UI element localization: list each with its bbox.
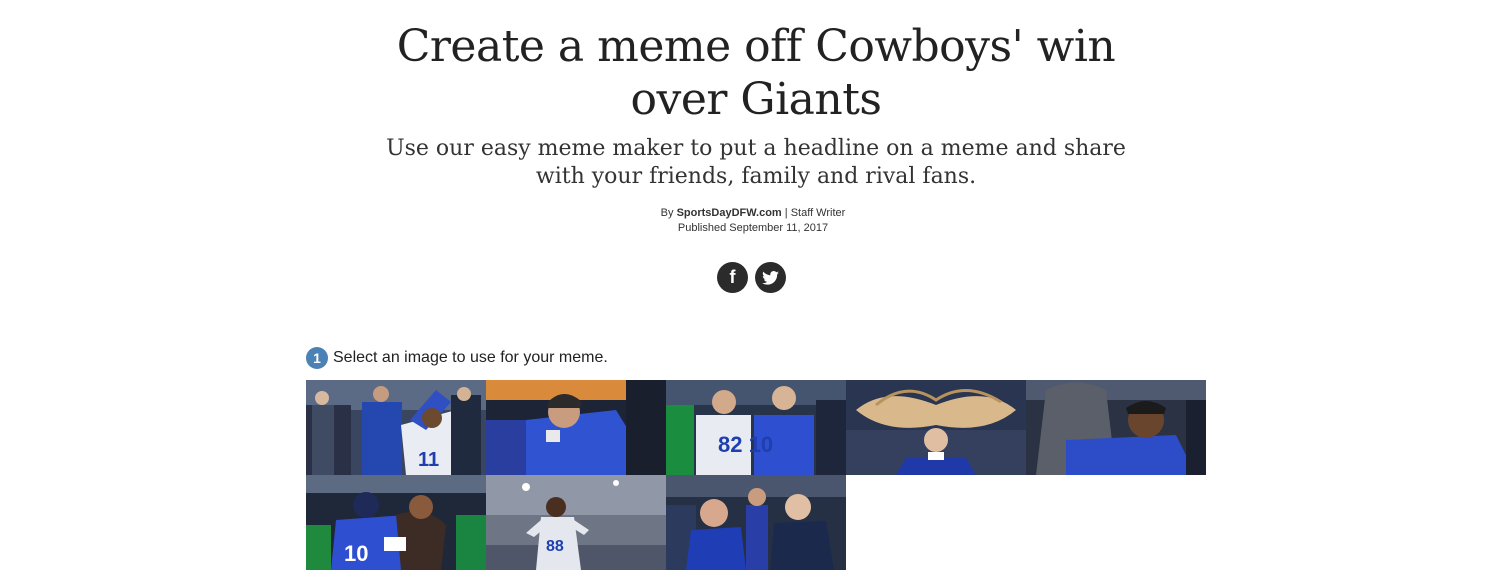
meme-image-option[interactable] <box>1026 380 1206 475</box>
meme-image-option[interactable]: 82 10 <box>666 380 846 475</box>
player-photo-image: 82 10 <box>666 380 846 475</box>
meme-image-option[interactable] <box>666 475 846 570</box>
player-photo-image <box>1026 380 1206 475</box>
article-page: Create a meme off Cowboys' win over Gian… <box>0 0 1506 581</box>
byline-author[interactable]: SportsDayDFW.com <box>677 207 782 219</box>
player-photo-image: 88 <box>486 475 666 570</box>
player-photo-image: 11 <box>306 380 486 475</box>
jersey-number: 88 <box>546 538 564 555</box>
twitter-share-button[interactable] <box>755 262 786 293</box>
article-headline: Create a meme off Cowboys' win over Gian… <box>396 21 1116 125</box>
jersey-number: 10 <box>344 541 368 566</box>
player-photo-image <box>486 380 666 475</box>
byline-role: Staff Writer <box>790 207 846 219</box>
step-one-heading: 1 Select an image to use for your meme. <box>306 347 608 369</box>
article-dek: Use our easy meme maker to put a headlin… <box>386 136 1126 189</box>
meme-image-option[interactable] <box>846 380 1026 475</box>
step-number-badge: 1 <box>306 347 328 369</box>
publish-date: Published September 11, 2017 <box>677 222 829 234</box>
meme-image-option[interactable]: 10 <box>306 475 486 570</box>
facebook-icon: f <box>729 267 736 287</box>
byline-prefix: By <box>660 207 674 219</box>
player-photo-image <box>666 475 846 570</box>
player-photo-image: 10 <box>306 475 486 570</box>
facebook-share-button[interactable]: f <box>717 262 748 293</box>
player-photo-image <box>846 380 1026 475</box>
byline-separator: | <box>784 207 788 219</box>
byline: By SportsDayDFW.com | Staff Writer Publi… <box>553 206 953 236</box>
meme-image-option[interactable]: 88 <box>486 475 666 570</box>
meme-image-option[interactable]: 11 <box>306 380 486 475</box>
byline-line: By SportsDayDFW.com | Staff Writer <box>553 206 953 221</box>
jersey-number: 82 10 <box>718 432 773 457</box>
step-label: Select an image to use for your meme. <box>333 349 608 366</box>
meme-image-option[interactable] <box>486 380 666 475</box>
jersey-number: 11 <box>418 449 439 471</box>
share-buttons: f <box>717 262 786 293</box>
twitter-icon <box>762 270 779 285</box>
meme-image-grid: 11 82 10 10 88 <box>306 380 1206 570</box>
